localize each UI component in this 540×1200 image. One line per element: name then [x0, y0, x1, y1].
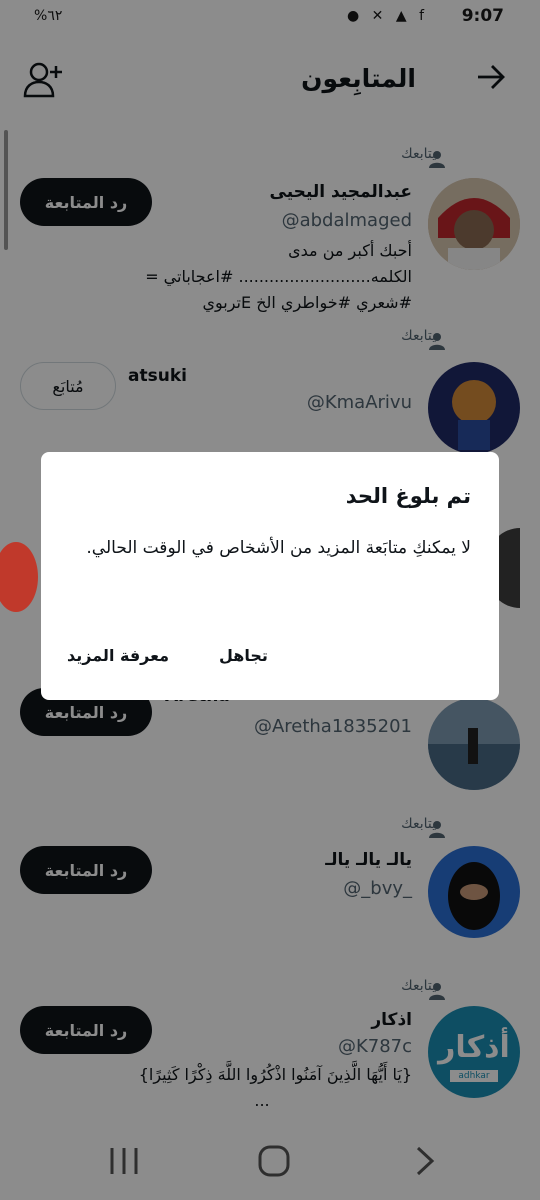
dialog-title: تم بلوغ الحد — [345, 484, 471, 508]
limit-reached-dialog: تم بلوغ الحد لا يمكنكِ متابَعة المزيد من… — [41, 452, 499, 700]
ignore-button[interactable]: تجاهل — [219, 646, 268, 665]
dialog-message: لا يمكنكِ متابَعة المزيد من الأشخاص في ا… — [86, 538, 471, 558]
learn-more-button[interactable]: معرفة المزيد — [67, 646, 169, 665]
